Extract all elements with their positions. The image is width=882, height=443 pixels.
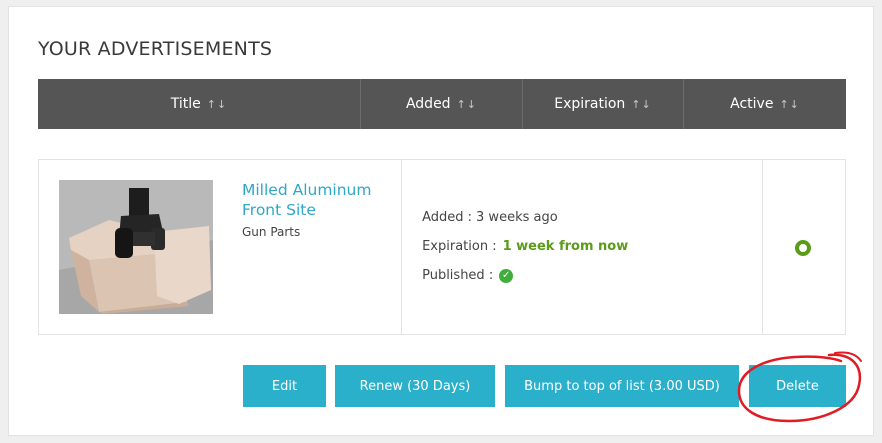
column-header-expiration[interactable]: Expiration ↑↓ (523, 79, 684, 129)
check-icon: ✓ (499, 268, 514, 283)
added-line: Added : 3 weeks ago (422, 210, 558, 225)
expiration-value: 1 week from now (502, 239, 629, 254)
table-row: Milled Aluminum Front Site Gun Parts Add… (38, 159, 846, 335)
column-header-label: Active (730, 96, 774, 112)
active-status-icon (795, 240, 812, 256)
sort-arrows-icon: ↑↓ (779, 97, 800, 111)
table-header: Title ↑↓ Added ↑↓ Expiration ↑↓ Active ↑… (38, 79, 846, 129)
column-header-added[interactable]: Added ↑↓ (361, 79, 523, 129)
listing-category: Gun Parts (242, 225, 301, 239)
sort-arrows-icon: ↑↓ (456, 97, 478, 111)
column-header-title[interactable]: Title ↑↓ (38, 79, 361, 129)
listing-thumbnail[interactable] (59, 180, 213, 314)
sort-arrows-icon: ↑↓ (206, 97, 228, 111)
column-header-label: Added (405, 96, 451, 112)
renew-button[interactable]: Renew (30 Days) (335, 365, 495, 407)
delete-button[interactable]: Delete (749, 365, 846, 407)
advertisements-panel: YOUR ADVERTISEMENTS Title ↑↓ Added ↑↓ Ex… (8, 6, 874, 436)
listing-active-cell (763, 160, 845, 334)
section-heading: YOUR ADVERTISEMENTS (38, 38, 273, 60)
listing-details-cell: Added : 3 weeks ago Expiration : 1 week … (402, 160, 764, 334)
published-line: Published : ✓ (422, 268, 514, 283)
sort-arrows-icon: ↑↓ (631, 97, 652, 111)
listing-title-link[interactable]: Milled Aluminum Front Site (242, 180, 392, 220)
expiration-line: Expiration : 1 week from now (422, 239, 628, 254)
published-label: Published : (422, 268, 494, 283)
column-header-label: Title (170, 96, 201, 112)
expiration-label: Expiration : (422, 239, 497, 254)
bump-to-top-button[interactable]: Bump to top of list (3.00 USD) (505, 365, 739, 407)
product-photo-icon (59, 180, 213, 314)
listing-title-cell: Milled Aluminum Front Site Gun Parts (39, 160, 403, 334)
column-header-label: Expiration (554, 96, 626, 112)
edit-button[interactable]: Edit (243, 365, 326, 407)
added-value: 3 weeks ago (476, 210, 558, 225)
added-label: Added : (422, 210, 473, 225)
column-header-active[interactable]: Active ↑↓ (684, 79, 846, 129)
